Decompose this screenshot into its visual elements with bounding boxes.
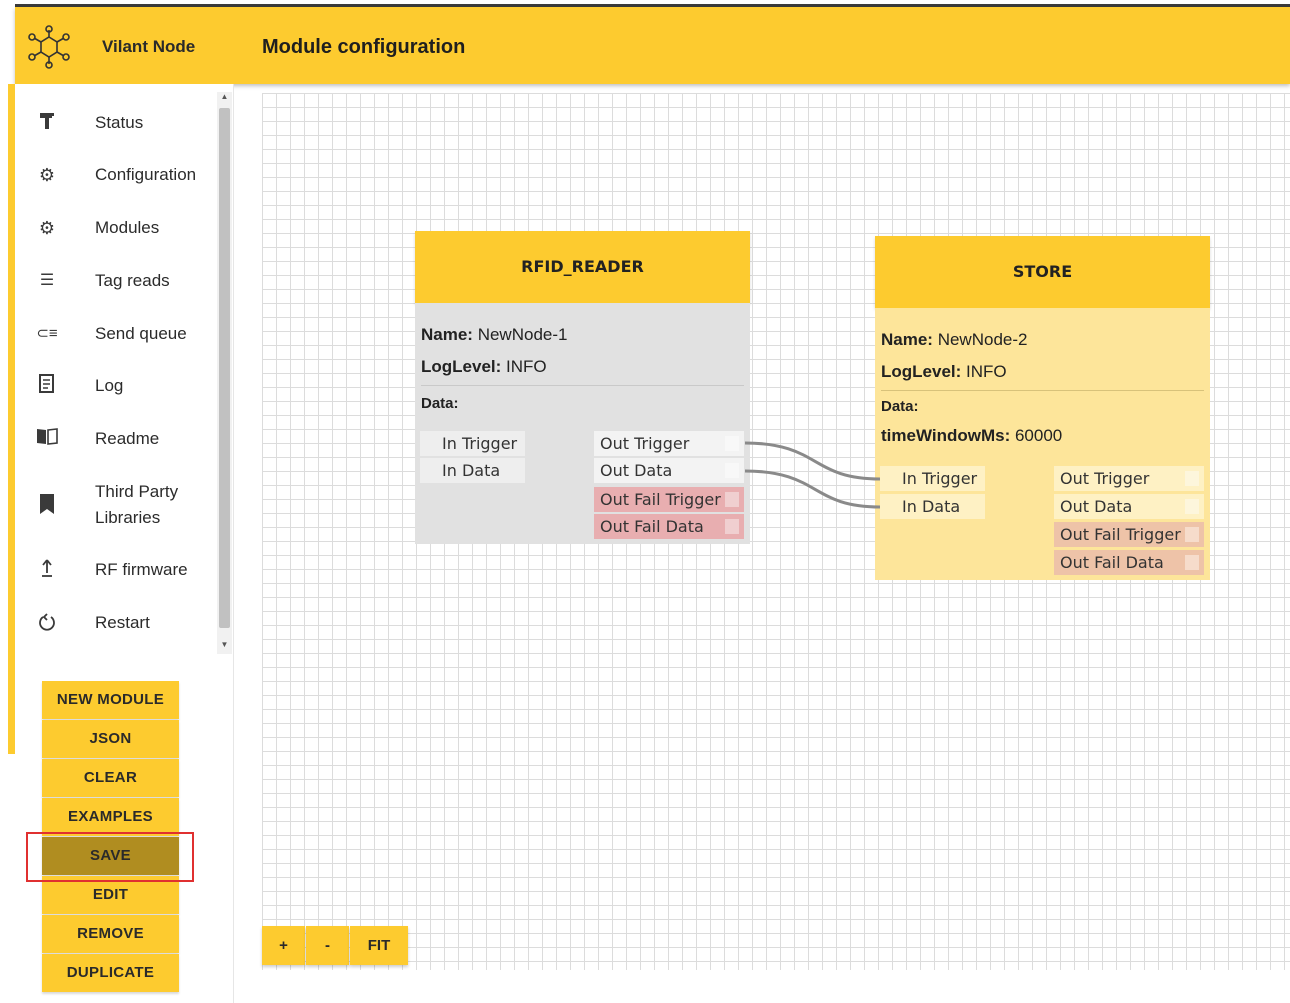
sidebar-scroll-thumb[interactable] (219, 108, 230, 628)
restart-icon (35, 611, 59, 635)
book-open-icon (35, 427, 59, 451)
node-title[interactable]: STORE (875, 236, 1210, 308)
sidebar-item-restart[interactable]: Restart (15, 610, 215, 636)
port-out-data[interactable]: Out Data (594, 458, 744, 483)
hammer-icon (35, 111, 59, 135)
zoom-fit-button[interactable]: FIT (350, 926, 408, 965)
port-in-trigger[interactable]: In Trigger (420, 431, 525, 456)
port-in-data[interactable]: In Data (880, 494, 985, 519)
port-connector[interactable] (1185, 555, 1199, 570)
sidebar-item-label: Tag reads (95, 271, 170, 290)
divider (881, 390, 1204, 391)
sidebar-item-label: Restart (95, 613, 150, 632)
zoom-out-button[interactable]: - (306, 926, 349, 965)
sidebar-divider (233, 84, 234, 1003)
gear-icon: ⚙ (38, 165, 56, 185)
new-module-button[interactable]: NEW MODULE (42, 681, 179, 719)
port-out-data[interactable]: Out Data (1054, 494, 1204, 519)
sidebar-item-label: Log (95, 376, 124, 395)
name-value: NewNode-1 (477, 325, 568, 344)
sidebar-item-configuration[interactable]: ⚙ Configuration (15, 162, 215, 188)
clear-button[interactable]: CLEAR (42, 759, 179, 797)
app-header: Vilant Node Module configuration (15, 7, 1290, 84)
sidebar-item-send-queue[interactable]: ⊂≡ Send queue (15, 321, 215, 347)
sidebar-item-rf-firmware[interactable]: RF firmware (15, 557, 215, 583)
scroll-down-arrow-icon[interactable]: ▼ (219, 640, 230, 649)
log-icon (35, 374, 59, 398)
queue-icon: ⊂≡ (36, 325, 58, 342)
node-title[interactable]: RFID_READER (415, 231, 750, 303)
window-top-border (0, 0, 1290, 7)
node-data-label: Data: (881, 398, 919, 415)
loglevel-key: LogLevel: (421, 357, 502, 376)
port-connector[interactable] (725, 463, 739, 478)
name-key: Name: (881, 330, 933, 349)
sidebar-accent-bar (8, 84, 15, 754)
sidebar-item-label: Modules (95, 218, 160, 237)
sidebar-item-label: Third Party Libraries (95, 482, 179, 527)
port-out-trigger[interactable]: Out Trigger (1054, 466, 1204, 491)
port-in-data[interactable]: In Data (420, 458, 525, 483)
scroll-up-arrow-icon[interactable]: ▲ (219, 92, 230, 101)
loglevel-value: INFO (966, 362, 1007, 381)
json-button[interactable]: JSON (42, 720, 179, 758)
port-out-fail-data[interactable]: Out Fail Data (1054, 550, 1204, 575)
sidebar-item-label: RF firmware (95, 560, 188, 579)
remove-button[interactable]: REMOVE (42, 915, 179, 953)
name-value: NewNode-2 (937, 330, 1028, 349)
loglevel-value: INFO (506, 357, 547, 376)
node-store[interactable]: STORE Name: NewNode-2 LogLevel: INFO Dat… (875, 236, 1210, 580)
list-icon: ☰ (39, 272, 55, 289)
sidebar-item-label: Send queue (95, 324, 187, 343)
node-name-row: Name: NewNode-1 (421, 325, 567, 345)
node-loglevel-row: LogLevel: INFO (421, 357, 547, 377)
network-logo-icon[interactable] (27, 25, 71, 69)
sidebar-item-label: Readme (95, 429, 160, 448)
port-in-trigger[interactable]: In Trigger (880, 466, 985, 491)
node-rfid-reader[interactable]: RFID_READER Name: NewNode-1 LogLevel: IN… (415, 231, 750, 544)
divider (421, 385, 744, 386)
sidebar-item-readme[interactable]: Readme (15, 426, 215, 452)
node-loglevel-row: LogLevel: INFO (881, 362, 1007, 382)
zoom-in-button[interactable]: + (262, 926, 305, 965)
sidebar-item-label: Configuration (95, 165, 197, 184)
sidebar-item-modules[interactable]: ⚙ Modules (15, 215, 215, 241)
node-name-row: Name: NewNode-2 (881, 330, 1027, 350)
port-connector[interactable] (725, 492, 739, 507)
examples-button[interactable]: EXAMPLES (42, 798, 179, 836)
port-connector[interactable] (1185, 499, 1199, 514)
timewindow-value: 60000 (1014, 426, 1063, 445)
sidebar-item-label: Status (95, 113, 144, 132)
sidebar-item-status[interactable]: Status (15, 110, 215, 136)
upload-icon (35, 558, 59, 582)
port-out-fail-trigger[interactable]: Out Fail Trigger (594, 487, 744, 512)
name-key: Name: (421, 325, 473, 344)
port-connector[interactable] (1185, 471, 1199, 486)
port-out-fail-trigger[interactable]: Out Fail Trigger (1054, 522, 1204, 547)
sidebar-item-log[interactable]: Log (15, 373, 215, 399)
timewindow-key: timeWindowMs: (881, 426, 1011, 445)
port-out-trigger[interactable]: Out Trigger (594, 431, 744, 456)
node-data-label: Data: (421, 395, 459, 412)
port-connector[interactable] (725, 436, 739, 451)
page-title: Module configuration (262, 36, 466, 58)
port-connector[interactable] (725, 519, 739, 534)
bookmark-book-icon (35, 493, 59, 517)
sidebar-item-tag-reads[interactable]: ☰ Tag reads (15, 268, 215, 294)
save-highlight-box (26, 832, 194, 882)
port-connector[interactable] (1185, 527, 1199, 542)
gear-icon: ⚙ (38, 218, 56, 238)
node-timewindow-row: timeWindowMs: 60000 (881, 426, 1062, 446)
app-brand[interactable]: Vilant Node (102, 37, 195, 57)
sidebar-item-third-party-libraries[interactable]: Third Party Libraries (15, 479, 215, 531)
port-out-fail-data[interactable]: Out Fail Data (594, 514, 744, 539)
duplicate-button[interactable]: DUPLICATE (42, 954, 179, 992)
loglevel-key: LogLevel: (881, 362, 962, 381)
